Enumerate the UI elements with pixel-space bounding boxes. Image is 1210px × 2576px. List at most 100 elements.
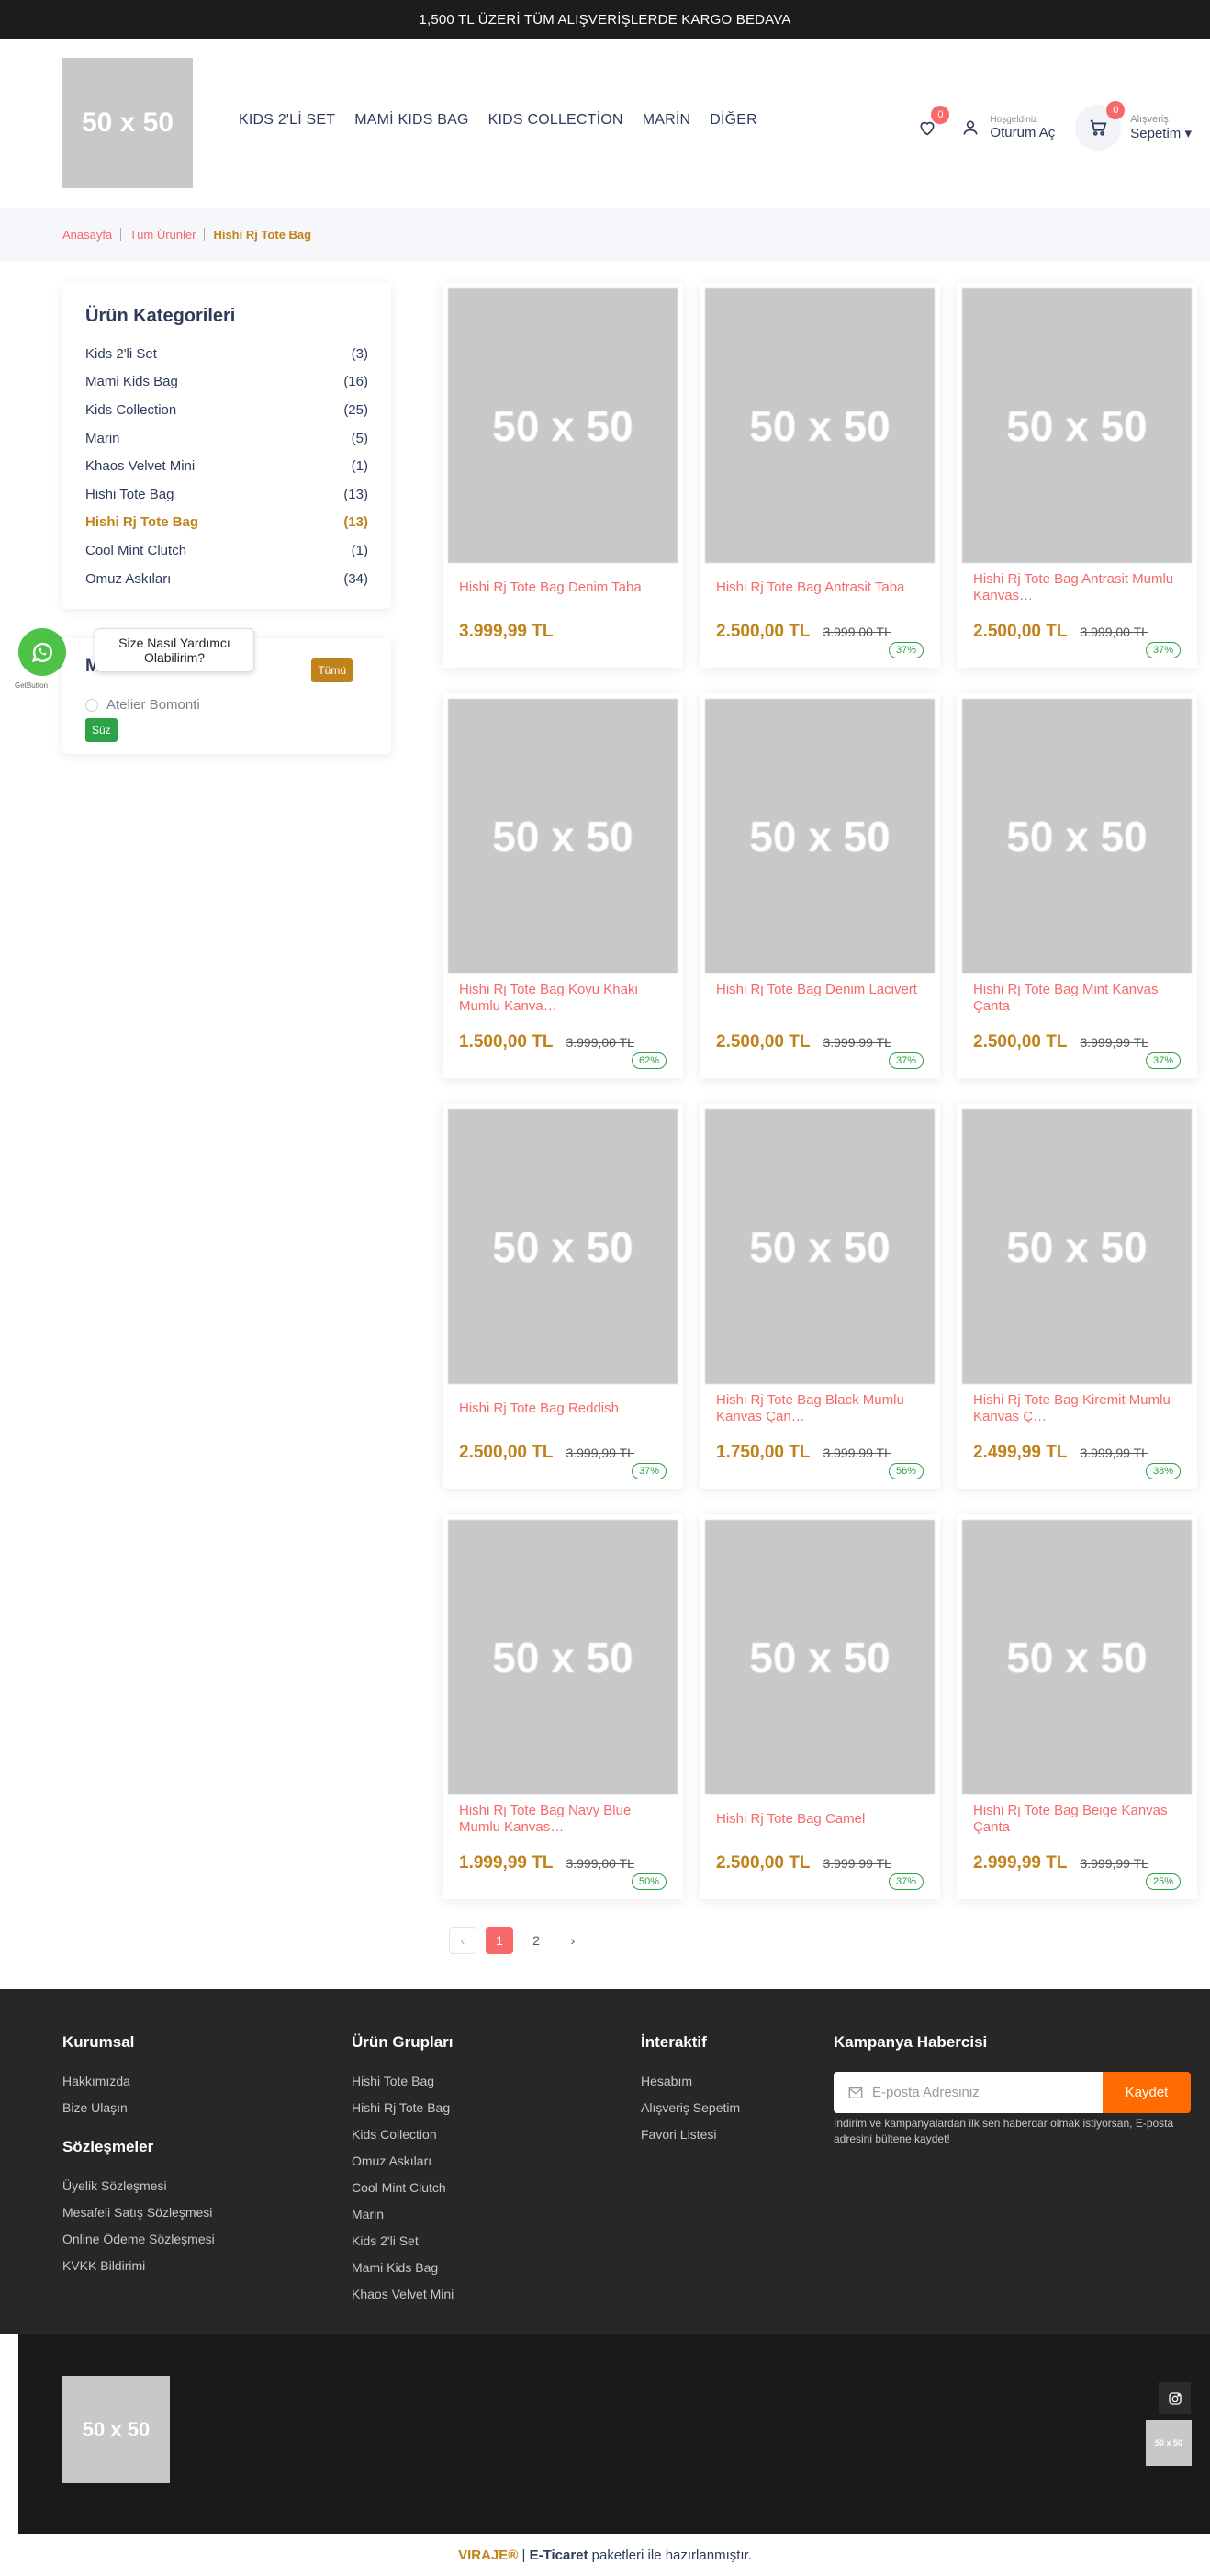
product-name[interactable]: Hishi Rj Tote Bag Beige Kanvas Çanta — [973, 1803, 1186, 1837]
product-card[interactable]: 50 x 50 Hishi Rj Tote Bag Mint Kanvas Ça… — [957, 693, 1197, 1078]
brand-option-atelier-bomonti[interactable]: Atelier Bomonti — [85, 697, 368, 713]
footer-link[interactable]: Mesafeli Satış Sözleşmesi — [62, 2205, 215, 2232]
discount-badge: 62% — [631, 1052, 667, 1069]
pagination-prev[interactable]: ‹ — [449, 1927, 476, 1954]
footer-col-newsletter: Kampanya Habercisi — [834, 2033, 987, 2074]
site-logo[interactable]: 50 x 50 — [62, 58, 193, 188]
account-link[interactable]: Hoşgeldiniz Oturum Aç — [961, 115, 1055, 141]
pagination-page-2[interactable]: 2 — [522, 1927, 550, 1954]
footer-link[interactable]: Online Ödeme Sözleşmesi — [62, 2232, 215, 2258]
footer-link[interactable]: Favori Listesi — [641, 2127, 740, 2154]
footer-link[interactable]: Üyelik Sözleşmesi — [62, 2178, 215, 2205]
filter-button[interactable]: Süz — [85, 718, 118, 742]
product-name[interactable]: Hishi Rj Tote Bag Navy Blue Mumlu Kanvas… — [459, 1803, 672, 1837]
product-card[interactable]: 50 x 50 Hishi Rj Tote Bag Black Mumlu Ka… — [700, 1104, 940, 1489]
cart-label: Sepetim ▾ — [1130, 126, 1192, 141]
product-image[interactable]: 50 x 50 — [705, 1520, 935, 1794]
product-name[interactable]: Hishi Rj Tote Bag Black Mumlu Kanvas Çan… — [716, 1392, 929, 1426]
product-image[interactable]: 50 x 50 — [705, 288, 935, 563]
footer-link[interactable]: Kids 2'li Set — [352, 2233, 454, 2260]
product-price: 1.500,00 TL — [459, 1032, 554, 1052]
product-image[interactable]: 50 x 50 — [448, 1520, 678, 1794]
category-item-kids-2li-set[interactable]: Kids 2'li Set (3) — [85, 340, 368, 368]
footer-link[interactable]: Hesabım — [641, 2074, 740, 2100]
breadcrumb-home[interactable]: Anasayfa — [62, 228, 112, 242]
whatsapp-button[interactable] — [18, 628, 66, 676]
breadcrumb-all-products[interactable]: Tüm Ürünler — [129, 228, 196, 242]
pagination-next[interactable]: › — [559, 1927, 587, 1954]
discount-badge: 50% — [631, 1873, 667, 1890]
product-card[interactable]: 50 x 50 Hishi Rj Tote Bag Camel 2.500,00… — [700, 1514, 940, 1899]
product-name[interactable]: Hishi Rj Tote Bag Mint Kanvas Çanta — [973, 982, 1186, 1016]
footer-link[interactable]: Marin — [352, 2207, 454, 2233]
product-name[interactable]: Hishi Rj Tote Bag Denim Taba — [459, 579, 672, 596]
product-name[interactable]: Hishi Rj Tote Bag Kiremit Mumlu Kanvas Ç… — [973, 1392, 1186, 1426]
product-card[interactable]: 50 x 50 Hishi Rj Tote Bag Koyu Khaki Mum… — [443, 693, 683, 1078]
newsletter-email-input[interactable]: E-posta Adresiniz — [834, 2072, 1103, 2113]
footer-link[interactable]: Hakkımızda — [62, 2074, 215, 2100]
product-card[interactable]: 50 x 50 Hishi Rj Tote Bag Kiremit Mumlu … — [957, 1104, 1197, 1489]
credit-brand[interactable]: VIRAJE® — [458, 2548, 518, 2563]
product-card[interactable]: 50 x 50 Hishi Rj Tote Bag Denim Taba 3.9… — [443, 283, 683, 668]
category-item-marin[interactable]: Marin (5) — [85, 424, 368, 453]
nav-item-mami-kids-bag[interactable]: MAMİ KIDS BAG — [354, 112, 468, 129]
product-price: 2.500,00 TL — [459, 1443, 554, 1462]
nav-item-diger[interactable]: DİĞER — [710, 112, 757, 129]
user-icon — [963, 120, 978, 135]
product-card[interactable]: 50 x 50 Hishi Rj Tote Bag Denim Lacivert… — [700, 693, 940, 1078]
footer-link[interactable]: Omuz Askıları — [352, 2154, 454, 2180]
product-card[interactable]: 50 x 50 Hishi Rj Tote Bag Beige Kanvas Ç… — [957, 1514, 1197, 1899]
product-image[interactable]: 50 x 50 — [962, 1109, 1192, 1384]
product-name[interactable]: Hishi Rj Tote Bag Camel — [716, 1811, 929, 1828]
product-card[interactable]: 50 x 50 Hishi Rj Tote Bag Antrasit Mumlu… — [957, 283, 1197, 668]
footer-link[interactable]: Cool Mint Clutch — [352, 2180, 454, 2207]
newsletter-submit-button[interactable]: Kaydet — [1103, 2072, 1191, 2113]
pagination-page-1[interactable]: 1 — [486, 1927, 513, 1954]
nav-item-kids-collection[interactable]: KIDS COLLECTİON — [488, 112, 623, 129]
footer-link[interactable]: Khaos Velvet Mini — [352, 2287, 454, 2313]
product-name[interactable]: Hishi Rj Tote Bag Antrasit Mumlu Kanvas… — [973, 571, 1186, 605]
product-image[interactable]: 50 x 50 — [962, 1520, 1192, 1794]
footer-link[interactable]: Hishi Tote Bag — [352, 2074, 454, 2100]
product-image[interactable]: 50 x 50 — [448, 699, 678, 973]
product-image[interactable]: 50 x 50 — [705, 1109, 935, 1384]
whatsapp-tooltip[interactable]: Size Nasıl Yardımcı Olabilirim? — [95, 628, 254, 672]
category-item-hishi-tote-bag[interactable]: Hishi Tote Bag (13) — [85, 480, 368, 509]
cart-button[interactable]: 0 — [1075, 101, 1126, 151]
product-name[interactable]: Hishi Rj Tote Bag Antrasit Taba — [716, 579, 929, 596]
footer-link[interactable]: Alışveriş Sepetim — [641, 2100, 740, 2127]
product-card[interactable]: 50 x 50 Hishi Rj Tote Bag Navy Blue Muml… — [443, 1514, 683, 1899]
category-item-hishi-rj-tote-bag[interactable]: Hishi Rj Tote Bag (13) — [85, 509, 368, 537]
product-name[interactable]: Hishi Rj Tote Bag Reddish — [459, 1400, 672, 1417]
footer-link[interactable]: KVKK Bildirimi — [62, 2258, 215, 2285]
product-card[interactable]: 50 x 50 Hishi Rj Tote Bag Antrasit Taba … — [700, 283, 940, 668]
footer-link[interactable]: Mami Kids Bag — [352, 2260, 454, 2287]
footer-link[interactable]: Bize Ulaşın — [62, 2100, 215, 2127]
category-item-mami-kids-bag[interactable]: Mami Kids Bag (16) — [85, 368, 368, 397]
product-image[interactable]: 50 x 50 — [705, 699, 935, 973]
product-price: 2.500,00 TL — [716, 1853, 811, 1873]
product-image[interactable]: 50 x 50 — [962, 699, 1192, 973]
product-image[interactable]: 50 x 50 — [448, 288, 678, 563]
product-card[interactable]: 50 x 50 Hishi Rj Tote Bag Reddish 2.500,… — [443, 1104, 683, 1489]
cart-dropdown[interactable]: Alışveriş Sepetim ▾ — [1130, 114, 1192, 141]
category-item-kids-collection[interactable]: Kids Collection (25) — [85, 396, 368, 424]
wishlist-button[interactable]: 0 — [918, 106, 950, 137]
instagram-button[interactable] — [1159, 2382, 1191, 2414]
footer-link[interactable]: Kids Collection — [352, 2127, 454, 2154]
nav-item-marin[interactable]: MARİN — [643, 112, 691, 129]
product-name[interactable]: Hishi Rj Tote Bag Koyu Khaki Mumlu Kanva… — [459, 982, 672, 1016]
category-name: Hishi Rj Tote Bag — [85, 514, 199, 531]
discount-badge: 25% — [1145, 1873, 1181, 1890]
category-item-cool-mint-clutch[interactable]: Cool Mint Clutch (1) — [85, 536, 368, 565]
nav-item-kids-2li-set[interactable]: KIDS 2'Lİ SET — [239, 112, 335, 129]
footer-link[interactable]: Hishi Rj Tote Bag — [352, 2100, 454, 2127]
category-item-khaos-velvet-mini[interactable]: Khaos Velvet Mini (1) — [85, 452, 368, 480]
product-image[interactable]: 50 x 50 — [448, 1109, 678, 1384]
category-item-omuz-askilari[interactable]: Omuz Askıları (34) — [85, 565, 368, 593]
product-image[interactable]: 50 x 50 — [962, 288, 1192, 563]
footer-logo[interactable]: 50 x 50 — [62, 2376, 170, 2483]
brand-radio[interactable] — [85, 698, 98, 712]
brand-all-button[interactable]: Tümü — [311, 658, 353, 682]
product-name[interactable]: Hishi Rj Tote Bag Denim Lacivert — [716, 982, 929, 998]
